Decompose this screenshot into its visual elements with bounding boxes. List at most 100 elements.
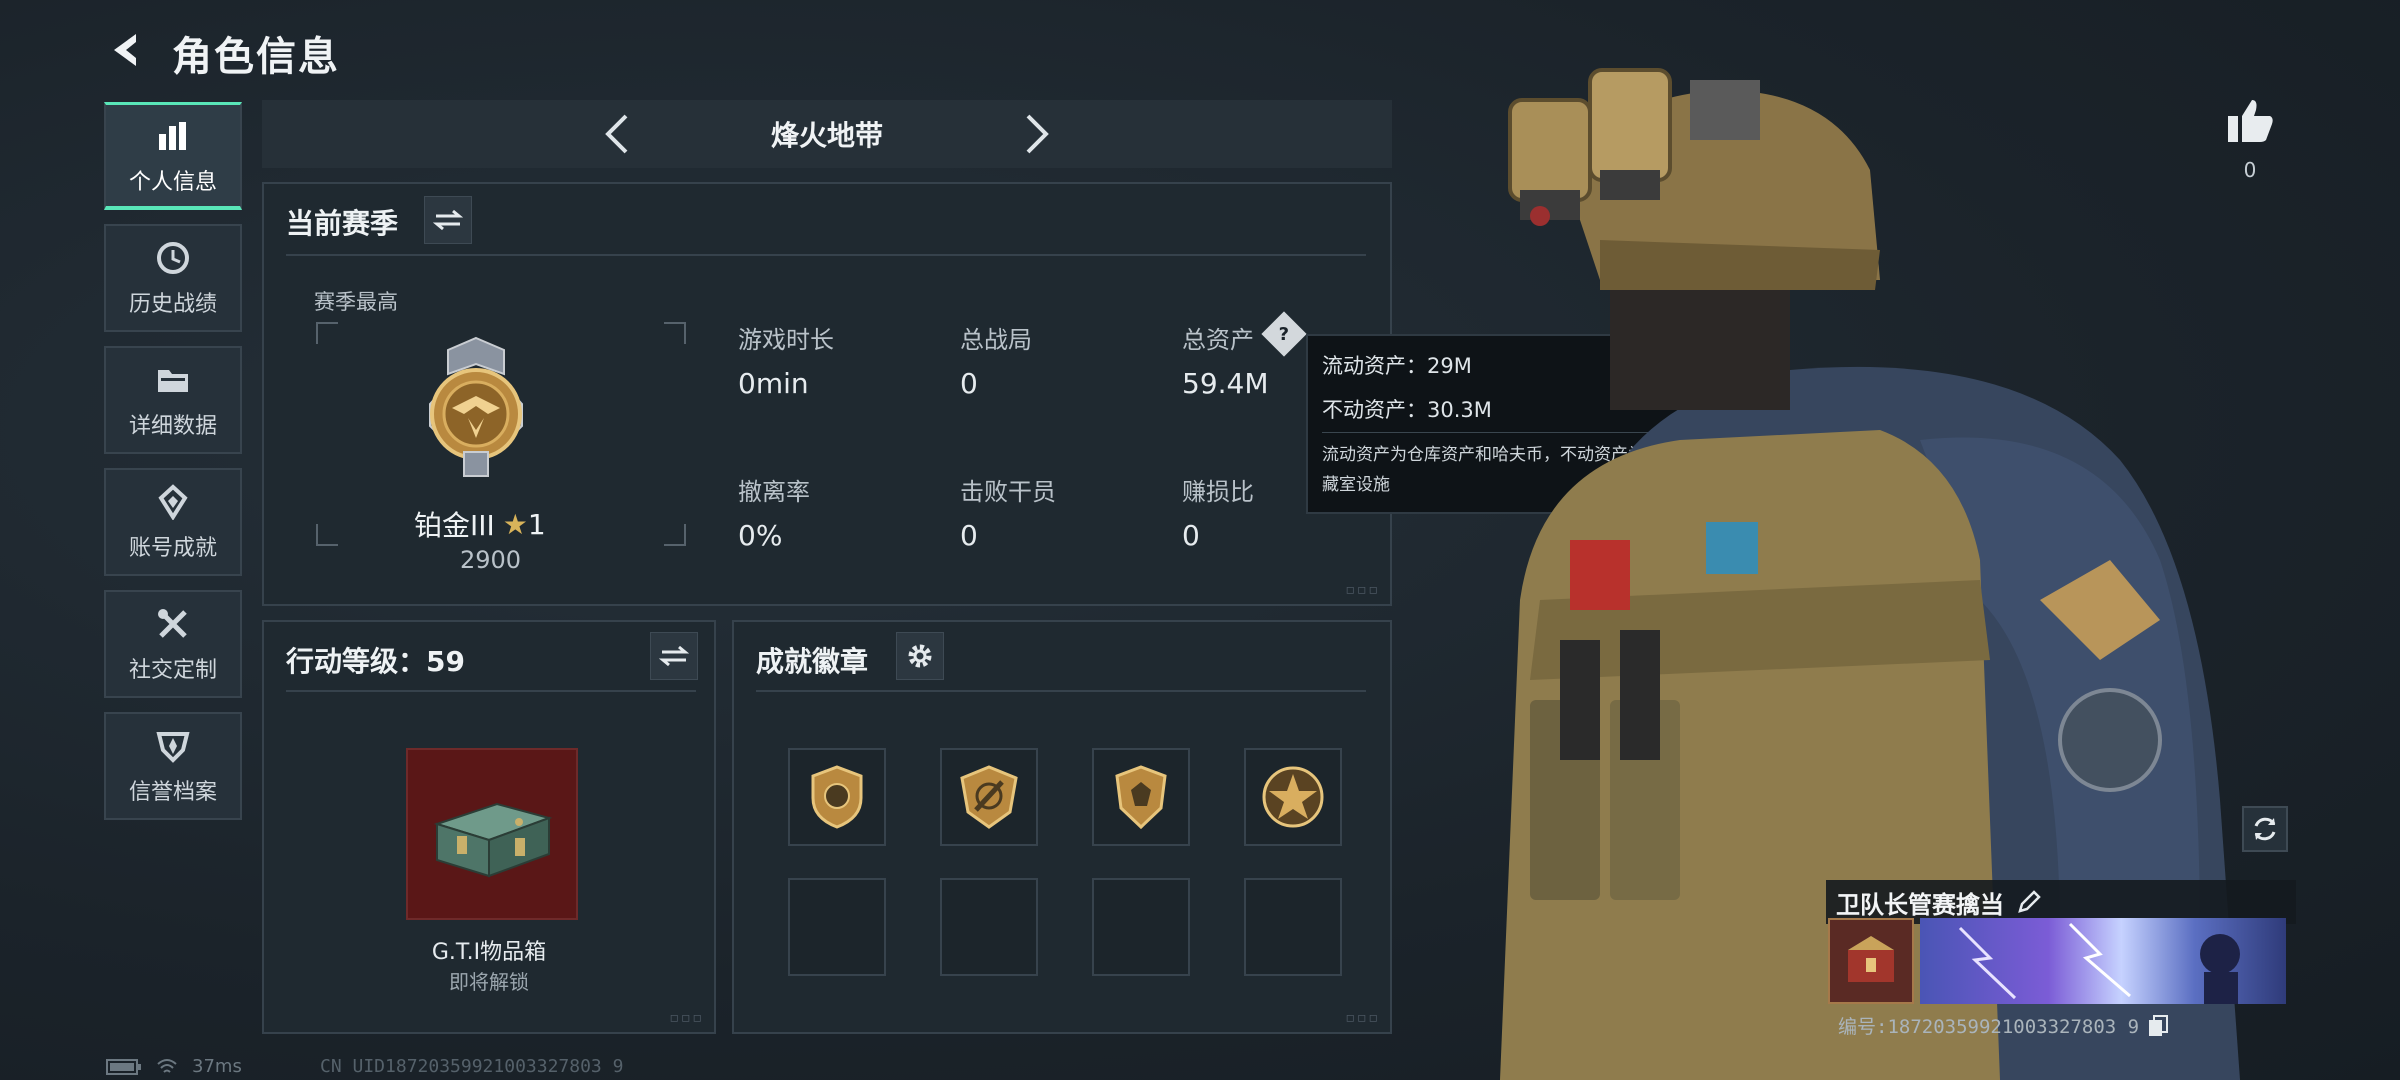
- frame-corner: [664, 322, 686, 344]
- stat-value: 0: [960, 519, 978, 552]
- wifi-icon: [157, 1058, 177, 1073]
- stat-label: 总资产: [1182, 326, 1254, 354]
- badge-emblem-icon: [811, 765, 863, 829]
- page-title: 角色信息: [172, 34, 340, 80]
- rotate-model-button[interactable]: [2242, 806, 2288, 852]
- achievement-badge-panel: 成就徽章 ▫▫▫: [732, 620, 1392, 1034]
- badge-slot-empty[interactable]: [1092, 878, 1190, 976]
- badge-slot[interactable]: [940, 748, 1038, 846]
- badge-slot[interactable]: [1244, 748, 1342, 846]
- mode-next-button[interactable]: [1007, 104, 1067, 164]
- nav-label: 个人信息: [128, 169, 217, 195]
- rotate-icon: [2254, 817, 2276, 841]
- stat-extract-rate: 撤离率 0%: [738, 472, 810, 552]
- badge-slot[interactable]: [788, 748, 886, 846]
- reward-item-status: 即将解锁: [449, 970, 529, 994]
- stat-label: 赚损比: [1182, 478, 1254, 506]
- folder-icon: [153, 360, 193, 400]
- edit-icon[interactable]: [2016, 889, 2042, 915]
- rank-stars: 1: [527, 507, 546, 541]
- mode-selector: 烽火地带: [262, 100, 1392, 168]
- mode-label: 烽火地带: [770, 119, 883, 152]
- badge-title: 成就徽章: [756, 645, 869, 678]
- rank-name: 铂金III: [414, 509, 495, 542]
- name-card-banner[interactable]: [1920, 918, 2286, 1004]
- stat-value: 0: [1182, 519, 1200, 552]
- stat-value: 0min: [738, 367, 809, 400]
- side-nav: 个人信息 历史战绩 详细数据 账号成就 社交定制 信誉档案: [104, 102, 242, 834]
- copy-icon[interactable]: [2147, 1014, 2169, 1038]
- status-uid: CN UID18720359921003327803 9: [320, 1056, 624, 1077]
- season-switch-button[interactable]: [424, 196, 472, 244]
- action-level-title: 行动等级：59: [286, 645, 465, 678]
- season-panel: 当前赛季 赛季最高 铂金III ★ 1 2900 游戏时长 0min 总战局 0: [262, 182, 1392, 606]
- nav-label: 信誉档案: [128, 780, 217, 805]
- swap-icon: [433, 209, 463, 231]
- swap-icon: [659, 645, 689, 667]
- badge-slot[interactable]: [1092, 748, 1190, 846]
- mode-prev-button[interactable]: [587, 104, 647, 164]
- back-arrow-icon: [114, 34, 136, 66]
- panel-corner-decor: ▫▫▫: [1345, 582, 1380, 598]
- question-icon: ?: [1278, 323, 1290, 345]
- badge-settings-button[interactable]: [896, 632, 944, 680]
- action-switch-button[interactable]: [650, 632, 698, 680]
- avatar-icon: [1848, 936, 1894, 982]
- battery-icon: [106, 1058, 141, 1075]
- rank-points: 2900: [460, 546, 522, 574]
- badge-slot-empty[interactable]: [788, 878, 886, 976]
- nav-label: 账号成就: [128, 536, 217, 561]
- badge-divider: [756, 690, 1366, 692]
- tooltip-liquid: 流动资产：29M: [1322, 354, 1472, 378]
- nav-item-social[interactable]: 社交定制: [104, 590, 242, 698]
- nav-label: 详细数据: [128, 414, 217, 439]
- panel-corner-decor: ▫▫▫: [1345, 1010, 1380, 1026]
- season-best-label: 赛季最高: [314, 290, 398, 314]
- character-name: 卫队长管赛擒当: [1836, 890, 2004, 919]
- reward-item-card[interactable]: [406, 748, 578, 920]
- stat-label: 游戏时长: [738, 326, 834, 354]
- stat-play-time: 游戏时长 0min: [738, 320, 834, 400]
- frame-corner: [316, 322, 338, 344]
- badge-emblem-icon: [1262, 766, 1324, 828]
- chevron-left-icon: [605, 114, 628, 154]
- achievement-icon: [153, 482, 193, 522]
- status-bar: 37ms: [106, 1056, 242, 1077]
- like-count: 0: [2243, 158, 2257, 182]
- nav-item-detail-data[interactable]: 详细数据: [104, 346, 242, 454]
- stat-label: 总战局: [960, 326, 1032, 354]
- stat-total-assets: 总资产 59.4M: [1182, 320, 1269, 400]
- season-divider: [286, 254, 1366, 256]
- badge-slot-empty[interactable]: [1244, 878, 1342, 976]
- avatar-frame[interactable]: [1828, 918, 1914, 1004]
- chevron-right-icon: [1026, 114, 1049, 154]
- star-icon: ★: [502, 507, 528, 541]
- stat-value: 0: [960, 367, 978, 400]
- like-button[interactable]: [2226, 98, 2274, 148]
- gear-icon: [908, 644, 932, 668]
- nav-label: 社交定制: [128, 658, 217, 683]
- clock-icon: [153, 238, 193, 278]
- badge-slot-empty[interactable]: [940, 878, 1038, 976]
- rank-name-row: 铂金III ★ 1: [414, 504, 654, 544]
- frame-corner: [316, 524, 338, 546]
- nav-item-reputation[interactable]: 信誉档案: [104, 712, 242, 820]
- ping-value: 37ms: [192, 1056, 242, 1077]
- stat-value: 0%: [738, 519, 783, 552]
- stat-value: 59.4M: [1182, 367, 1269, 400]
- bar-chart-icon: [153, 116, 193, 156]
- badge-emblem-icon: [1115, 765, 1167, 830]
- nav-label: 历史战绩: [128, 292, 217, 317]
- nav-item-history[interactable]: 历史战绩: [104, 224, 242, 332]
- tools-icon: [153, 604, 193, 644]
- stat-kills: 击败干员 0: [960, 472, 1056, 552]
- back-button[interactable]: [100, 22, 156, 78]
- stat-label: 撤离率: [738, 478, 810, 506]
- character-uid-row: 编号:18720359921003327803 9: [1838, 1012, 2169, 1039]
- nav-item-personal-info[interactable]: 个人信息: [104, 102, 242, 210]
- stat-total-matches: 总战局 0: [960, 320, 1032, 400]
- badge-emblem-icon: [960, 765, 1018, 829]
- crate-icon: [433, 802, 553, 878]
- stat-label: 击败干员: [960, 478, 1056, 506]
- nav-item-achievements[interactable]: 账号成就: [104, 468, 242, 576]
